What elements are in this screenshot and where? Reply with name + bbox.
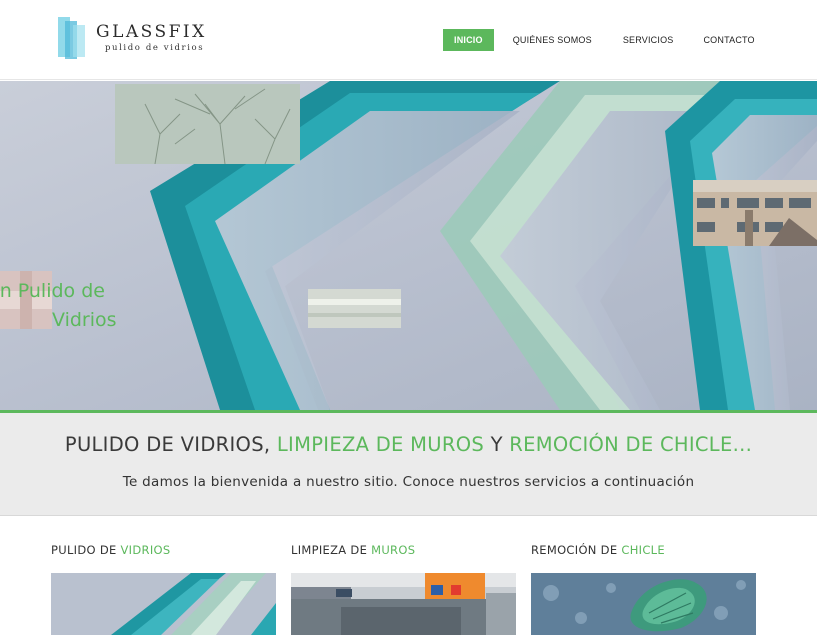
nav-item-quienes-somos[interactable]: QUIÉNES SOMOS <box>513 29 592 51</box>
service-card-pulido: PULIDO DE VIDRIOS <box>51 543 276 635</box>
service-title-green: VIDRIOS <box>120 543 171 557</box>
service-title-green: CHICLE <box>621 543 665 557</box>
building-image-tile <box>693 180 817 246</box>
welcome-title: PULIDO DE VIDRIOS, LIMPIEZA DE MUROS Y R… <box>0 433 817 456</box>
gum-service-image[interactable] <box>531 573 756 635</box>
service-title[interactable]: PULIDO DE VIDRIOS <box>51 543 276 559</box>
nav-item-inicio[interactable]: INICIO <box>443 29 494 51</box>
tree-image-tile <box>115 84 300 164</box>
service-title-dark: LIMPIEZA DE <box>291 543 368 557</box>
site-header: GLASSFIX pulido de vidrios INICIO QUIÉNE… <box>0 0 817 80</box>
service-title[interactable]: REMOCIÓN DE CHICLE <box>531 543 756 559</box>
site-logo[interactable]: GLASSFIX pulido de vidrios <box>56 13 216 63</box>
hero-slider[interactable]: en Pulido de Vidrios <box>0 81 817 410</box>
welcome-title-part-4: REMOCIÓN DE CHICLE... <box>509 433 753 456</box>
service-title[interactable]: LIMPIEZA DE MUROS <box>291 543 516 559</box>
welcome-subtitle: Te damos la bienvenida a nuestro sitio. … <box>122 474 695 490</box>
nav-item-servicios[interactable]: SERVICIOS <box>623 29 674 51</box>
logo-tagline: pulido de vidrios <box>105 43 205 53</box>
service-card-remocion: REMOCIÓN DE CHICLE <box>531 543 756 635</box>
hero-caption-line-2: Vidrios <box>52 309 117 331</box>
welcome-band: PULIDO DE VIDRIOS, LIMPIEZA DE MUROS Y R… <box>0 413 817 516</box>
service-title-dark: PULIDO DE <box>51 543 117 557</box>
welcome-title-part-1: PULIDO DE VIDRIOS, <box>64 433 271 456</box>
welcome-title-part-3: Y <box>490 433 503 456</box>
service-title-dark: REMOCIÓN DE <box>531 543 618 557</box>
hero-caption-line-1: en Pulido de <box>0 280 105 302</box>
glass-panes-logo-icon <box>58 17 85 59</box>
wall-service-image[interactable] <box>291 573 516 635</box>
hero-caption: en Pulido de Vidrios <box>0 277 160 335</box>
welcome-title-part-2: LIMPIEZA DE MUROS <box>276 433 485 456</box>
logo-name: GLASSFIX <box>96 22 207 42</box>
main-nav: INICIO QUIÉNES SOMOS SERVICIOS CONTACTO <box>443 29 755 51</box>
service-card-limpieza: LIMPIEZA DE MUROS <box>291 543 516 635</box>
service-title-green: MUROS <box>371 543 416 557</box>
nav-item-contacto[interactable]: CONTACTO <box>703 29 754 51</box>
glass-service-image[interactable] <box>51 573 276 635</box>
glass-edge-image-tile <box>308 289 401 328</box>
